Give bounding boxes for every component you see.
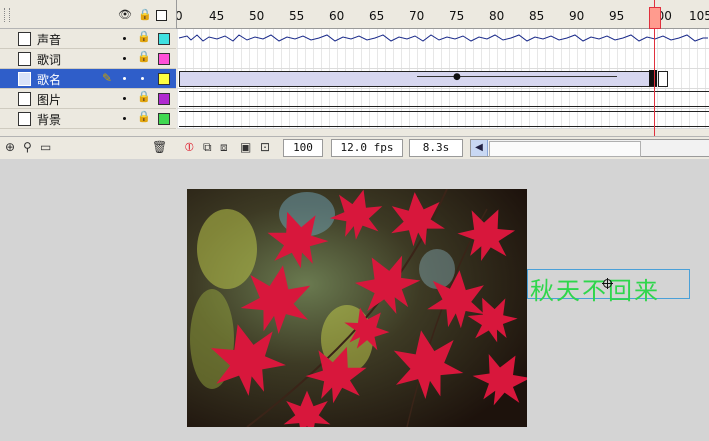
elapsed-time-field[interactable]: 8.3s <box>409 139 463 157</box>
onion-skin-icon[interactable]: ⧉ <box>203 141 212 154</box>
maple-leaves-image[interactable] <box>187 189 527 427</box>
outline-icon[interactable] <box>156 10 167 21</box>
add-guide-layer-icon[interactable]: ⚲ <box>23 141 32 154</box>
frames-track-background[interactable] <box>177 109 709 129</box>
ruler-label: 95 <box>609 9 625 23</box>
scroll-left-icon[interactable]: ◀ <box>471 140 488 156</box>
tween-arrow <box>417 76 617 77</box>
layer-row-background[interactable]: 背景 🔒 <box>0 109 176 129</box>
frames-track-lyrics[interactable] <box>177 49 709 69</box>
visibility-dot[interactable] <box>123 57 126 60</box>
layer-row-song-title[interactable]: 歌名 ✎ <box>0 69 176 89</box>
visibility-dot[interactable] <box>123 117 126 120</box>
waveform <box>178 34 708 42</box>
modify-markers-icon[interactable]: ⊡ <box>260 141 270 154</box>
timeline-panel: 👁 🔒 0 45 50 55 60 65 70 75 80 85 90 95 1… <box>0 0 709 159</box>
scroll-thumb[interactable] <box>489 141 641 157</box>
frames-track-song-title[interactable]: ● <box>177 69 709 89</box>
layer-name[interactable]: 背景 <box>37 111 61 128</box>
layer-page-icon <box>18 72 31 86</box>
ruler-label: 50 <box>249 9 265 23</box>
registration-point-icon <box>602 278 613 289</box>
frame-rate-field[interactable]: 12.0 fps <box>331 139 403 157</box>
ruler-label: 80 <box>489 9 505 23</box>
layer-page-icon <box>18 52 31 66</box>
layer-row-lyrics[interactable]: 歌词 🔒 <box>0 49 176 69</box>
layer-page-icon <box>18 112 31 126</box>
visibility-dot[interactable] <box>123 37 126 40</box>
keyframe-selected[interactable] <box>649 70 657 86</box>
ruler-label: 45 <box>209 9 225 23</box>
image-content <box>187 189 527 427</box>
ruler-label: 90 <box>569 9 585 23</box>
ruler-label: 85 <box>529 9 545 23</box>
lock-icon[interactable]: 🔒 <box>137 50 151 63</box>
panel-grip[interactable] <box>4 8 10 22</box>
frames-track-image[interactable] <box>177 89 709 109</box>
lock-icon[interactable]: 🔒 <box>137 30 151 43</box>
outline-color-swatch[interactable] <box>158 53 170 65</box>
pencil-icon: ✎ <box>102 71 113 85</box>
insert-folder-icon[interactable]: ▭ <box>40 141 51 154</box>
layer-page-icon <box>18 32 31 46</box>
layer-name[interactable]: 图片 <box>37 91 61 108</box>
visibility-dot[interactable] <box>123 77 126 80</box>
ruler-label: 105 <box>689 9 709 23</box>
lock-icon[interactable]: 🔒 <box>137 90 151 103</box>
playhead-handle[interactable] <box>649 7 661 29</box>
lock-icon[interactable]: 🔒 <box>138 9 152 21</box>
trash-icon[interactable]: 🗑 <box>152 141 167 154</box>
frames-track-sound[interactable] <box>177 29 709 49</box>
visibility-dot[interactable] <box>123 97 126 100</box>
outline-color-swatch[interactable] <box>158 33 170 45</box>
layer-name[interactable]: 歌词 <box>37 51 61 68</box>
lock-icon[interactable]: 🔒 <box>137 110 151 123</box>
stage[interactable]: 秋天不回来 <box>0 159 709 441</box>
layers-header: 👁 🔒 <box>0 0 176 29</box>
timeline-scrollbar[interactable]: ◀ <box>470 139 709 157</box>
lock-dot[interactable] <box>141 77 144 80</box>
end-frame[interactable] <box>658 71 668 87</box>
layer-row-image[interactable]: 图片 🔒 <box>0 89 176 109</box>
tween-span[interactable] <box>179 71 657 87</box>
keyframe-dot: ● <box>453 72 461 82</box>
song-title-text[interactable]: 秋天不回来 <box>530 271 660 306</box>
layer-name[interactable]: 歌名 <box>37 71 61 88</box>
edit-multiple-frames-icon[interactable]: ▣ <box>240 141 251 154</box>
current-frame-field[interactable]: 100 <box>283 139 323 157</box>
ruler-label: 0 <box>177 9 183 23</box>
ruler-label: 55 <box>289 9 305 23</box>
layer-page-icon <box>18 92 31 106</box>
outline-color-swatch[interactable] <box>158 113 170 125</box>
center-frame-icon[interactable]: ⦶ <box>185 141 194 154</box>
ruler-label: 60 <box>329 9 345 23</box>
layer-name[interactable]: 声音 <box>37 31 61 48</box>
eye-icon[interactable]: 👁 <box>118 9 132 21</box>
layer-row-sound[interactable]: 声音 🔒 <box>0 29 176 49</box>
timeline-footer: ⊕ ⚲ ▭ 🗑 ⦶ ⧉ ⧈ ▣ ⊡ 100 12.0 fps 8.3s ◀ <box>0 136 709 159</box>
ruler-label: 65 <box>369 9 385 23</box>
insert-layer-icon[interactable]: ⊕ <box>5 141 15 154</box>
ruler-label: 75 <box>449 9 465 23</box>
onion-outline-icon[interactable]: ⧈ <box>220 141 228 154</box>
flash-editor: 👁 🔒 0 45 50 55 60 65 70 75 80 85 90 95 1… <box>0 0 709 441</box>
outline-color-swatch[interactable] <box>158 73 170 85</box>
ruler-label: 70 <box>409 9 425 23</box>
frame-ruler[interactable]: 0 45 50 55 60 65 70 75 80 85 90 95 100 1… <box>176 0 709 29</box>
outline-color-swatch[interactable] <box>158 93 170 105</box>
